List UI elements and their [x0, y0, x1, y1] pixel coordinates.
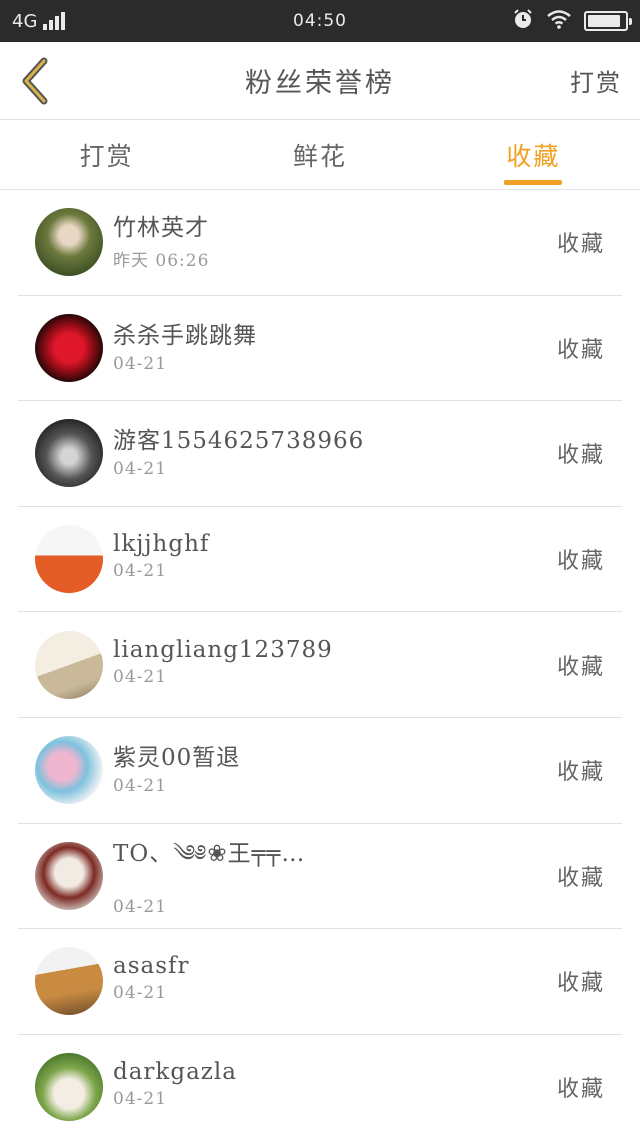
fan-name: 紫灵00暂退	[113, 745, 241, 772]
avatar	[35, 1053, 103, 1122]
fan-time: 04-21	[113, 459, 168, 480]
action-label: 收藏	[556, 232, 605, 258]
fan-name: 游客1554625738966	[113, 428, 365, 455]
list-item[interactable]: 竹林英才昨天 06:26 收藏	[18, 190, 622, 296]
avatar	[35, 736, 103, 805]
list-item[interactable]: 紫灵00暂退 04-21 收藏	[18, 718, 622, 824]
fan-time: 04-21	[113, 561, 168, 582]
action-label: 收藏	[556, 654, 605, 680]
avatar	[35, 947, 103, 1016]
network-type: 4G	[12, 10, 38, 32]
avatar	[35, 525, 103, 594]
fan-time: 04-21	[113, 1089, 168, 1110]
fan-time: 04-21	[113, 666, 168, 687]
action-label: 收藏	[556, 443, 605, 469]
tab-favorites[interactable]: 收藏	[427, 120, 640, 189]
fan-list: 竹林英才昨天 06:26 收藏 杀杀手跳跳舞 04-21 收藏 游客1554625…	[0, 190, 640, 1138]
fan-name: darkgazla	[113, 1059, 237, 1086]
action-label: 收藏	[556, 1077, 605, 1103]
tab-bar: 打赏 鲜花 收藏	[0, 120, 640, 190]
action-label: 收藏	[556, 549, 605, 575]
fan-time: 昨天 06:26	[113, 250, 210, 271]
action-label: 收藏	[556, 760, 605, 786]
alarm-icon	[512, 8, 534, 35]
action-label: 收藏	[556, 865, 605, 891]
tab-flowers[interactable]: 鲜花	[213, 120, 426, 189]
fan-name: liangliang123789	[113, 636, 333, 663]
fan-name: 竹林英才	[113, 214, 209, 241]
fan-time: 04-21	[113, 776, 168, 797]
avatar	[35, 630, 103, 699]
battery-icon	[584, 11, 632, 31]
chevron-left-icon	[22, 57, 48, 104]
signal-icon	[43, 12, 66, 30]
fan-time: 04-21	[113, 983, 168, 1004]
fan-name: lkjjhghf	[113, 531, 210, 558]
avatar	[35, 208, 103, 277]
network-status: 4G	[12, 10, 66, 32]
wifi-icon	[546, 9, 572, 34]
list-item[interactable]: TO、༄༅❀王╤╤… 04-21 收藏	[18, 824, 622, 930]
tab-reward[interactable]: 打赏	[0, 120, 213, 189]
list-item[interactable]: liangliang123789 04-21 收藏	[18, 612, 622, 718]
list-item[interactable]: lkjjhghf 04-21 收藏	[18, 507, 622, 613]
fan-time: 04-21	[113, 353, 168, 374]
action-label: 收藏	[556, 337, 605, 363]
fan-name: 杀杀手跳跳舞	[113, 322, 257, 349]
list-item[interactable]: 杀杀手跳跳舞 04-21 收藏	[18, 296, 622, 402]
avatar	[35, 419, 103, 488]
clock: 04:50	[293, 11, 347, 31]
list-item[interactable]: darkgazla 04-21 收藏	[18, 1035, 622, 1138]
avatar	[35, 841, 103, 910]
title-bar: 粉丝荣誉榜 打赏	[0, 42, 640, 120]
back-button[interactable]	[18, 56, 58, 106]
action-label: 收藏	[556, 971, 605, 997]
page-title: 粉丝荣誉榜	[245, 68, 395, 99]
reward-button[interactable]: 打赏	[570, 63, 622, 98]
fan-time: 04-21	[113, 897, 168, 918]
fan-name: asasfr	[113, 953, 190, 980]
avatar	[35, 313, 103, 382]
list-item[interactable]: asasfr 04-21 收藏	[18, 929, 622, 1035]
list-item[interactable]: 游客1554625738966 04-21 收藏	[18, 401, 622, 507]
fan-name: TO、༄༅❀王╤╤…	[113, 841, 306, 868]
status-bar: 4G 04:50	[0, 0, 640, 42]
